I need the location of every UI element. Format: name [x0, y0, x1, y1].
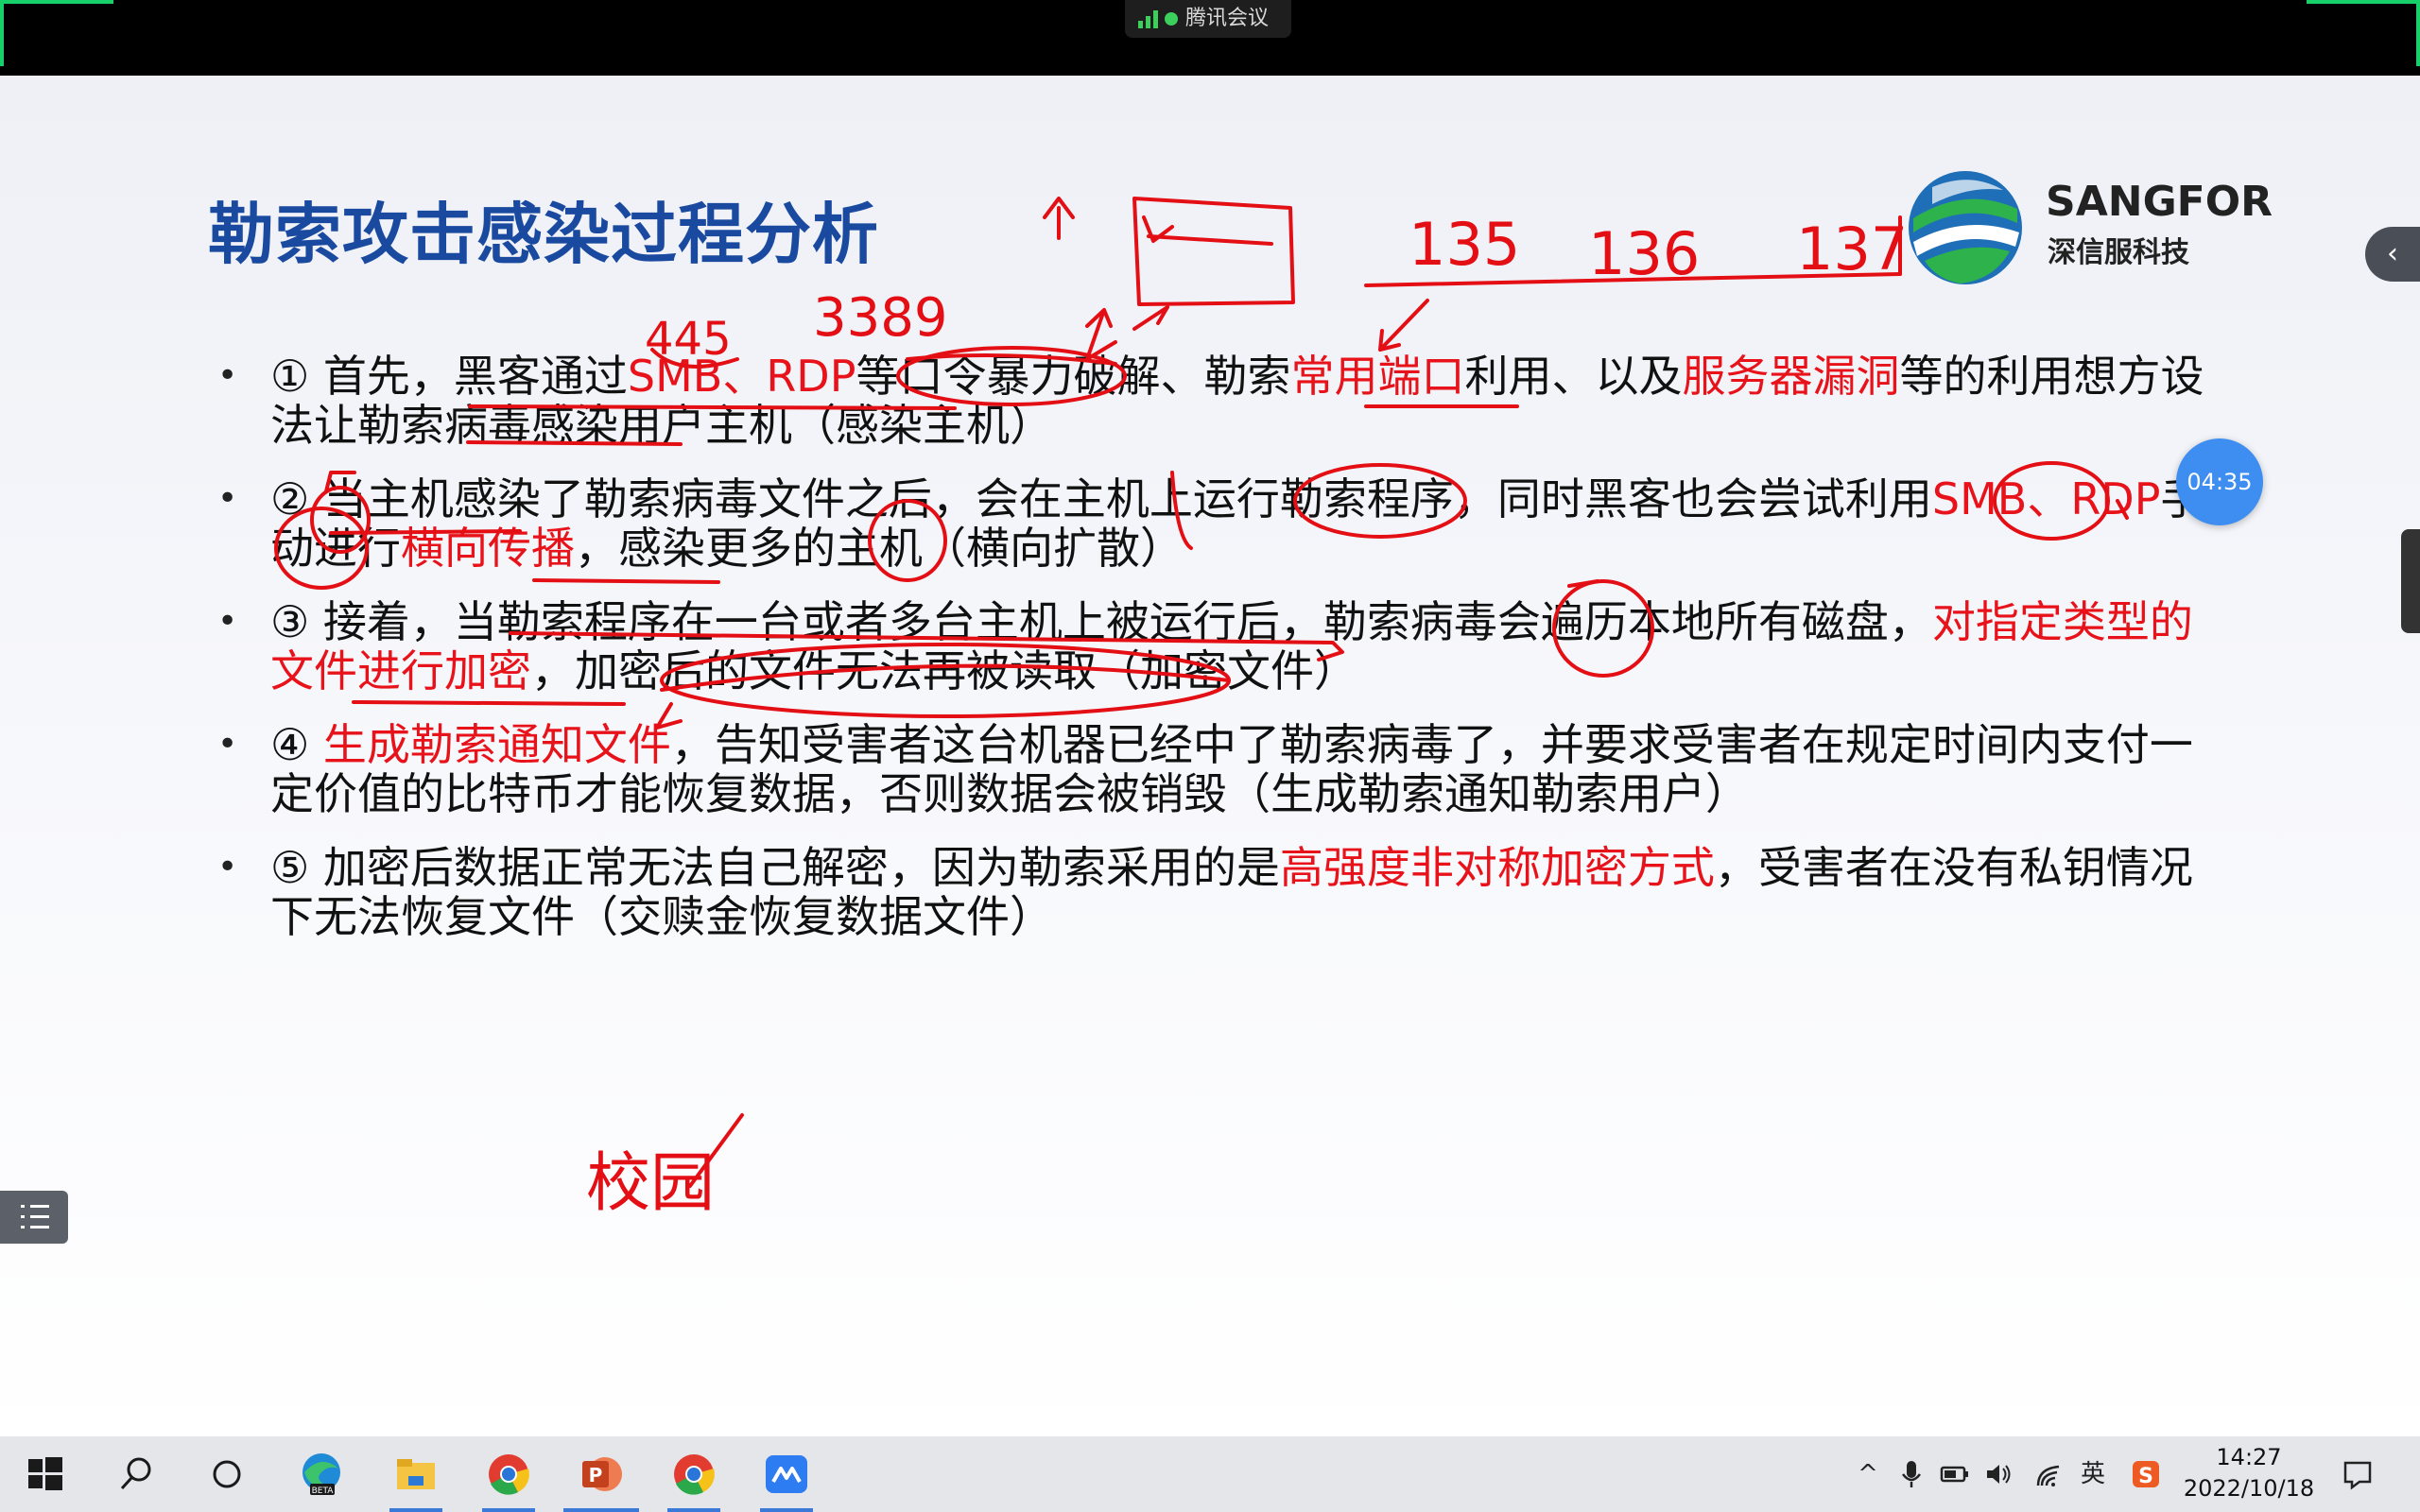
- bullet-text: ⑤ 加密后数据正常无法自己解密，因为勒索采用的是: [270, 842, 1280, 893]
- input-method-indicator[interactable]: 英: [2076, 1457, 2110, 1491]
- task-view-icon[interactable]: [200, 1448, 253, 1501]
- bullet-text: ，加密后的文件无法再被读取（加密文件）: [531, 645, 1357, 696]
- highlight-text: 常用端口: [1290, 351, 1465, 402]
- handwriting-136: 136: [1588, 219, 1700, 288]
- meeting-timer[interactable]: 04:35: [2176, 438, 2263, 525]
- handwriting-campus: 校园: [586, 1146, 715, 1221]
- sangfor-globe-icon: [1909, 171, 2022, 284]
- meeting-top-bar: 腾讯会议: [0, 0, 2420, 76]
- brand-name: SANGFOR: [2046, 178, 2273, 226]
- search-icon[interactable]: [110, 1448, 163, 1501]
- bullet-item: ④ 生成勒索通知文件，告知受害者这台机器已经中了勒索病毒了，并要求受害者在规定时…: [217, 720, 2221, 818]
- list-menu-button[interactable]: [0, 1191, 68, 1244]
- bullet-item: ① 首先，黑客通过SMB、RDP等口令暴力破解、勒索常用端口利用、以及服务器漏洞…: [217, 352, 2221, 450]
- bullet-list: ① 首先，黑客通过SMB、RDP等口令暴力破解、勒索常用端口利用、以及服务器漏洞…: [217, 352, 2221, 966]
- toolbar-handle[interactable]: [2401, 529, 2420, 633]
- chevron-left-icon: ‹: [2387, 237, 2398, 270]
- highlight-text: 服务器漏洞: [1682, 351, 1900, 402]
- sangfor-logo: SANGFOR 深信服科技: [1904, 166, 2273, 289]
- svg-text:P: P: [589, 1464, 603, 1486]
- volume-icon[interactable]: [1981, 1457, 2015, 1491]
- file-explorer-icon[interactable]: [389, 1448, 442, 1501]
- screen: 腾讯会议 勒索攻击感染过程分析 SANGFOR 深信服科技 ① 首先，黑客通过S…: [0, 0, 2420, 1512]
- chrome-icon[interactable]: [667, 1448, 720, 1501]
- edge-beta-icon[interactable]: BETA: [295, 1448, 348, 1501]
- start-icon[interactable]: [19, 1448, 72, 1501]
- green-frame-corner: [2307, 0, 2420, 4]
- windows-taskbar: BETA P ^ 英 S 14:27 2022/10/18: [0, 1436, 2420, 1512]
- clock-date: 2022/10/18: [2183, 1475, 2315, 1502]
- bullet-text: ② 当主机感染了勒索病毒文件之后，会在主机上运行勒索程序，同时黑客也会尝试利用: [270, 473, 1932, 524]
- svg-text:BETA: BETA: [312, 1486, 335, 1496]
- highlight-text: SMB、RDP: [1931, 473, 2161, 524]
- handwriting-137: 137: [1796, 215, 1908, 284]
- bullet-text: 利用、以及: [1464, 351, 1683, 402]
- bullet-item: ② 当主机感染了勒索病毒文件之后，会在主机上运行勒索程序，同时黑客也会尝试利用S…: [217, 474, 2221, 573]
- powerpoint-icon[interactable]: P: [575, 1448, 628, 1501]
- chrome-icon[interactable]: [482, 1448, 535, 1501]
- bullet-text: 等口令暴力破解、勒索: [856, 351, 1291, 402]
- brand-name-cn: 深信服科技: [2048, 236, 2189, 269]
- bullet-text: ③ 接着，当勒索程序在一台或者多台主机上被运行后，勒索病毒会遍历本地所有磁盘，: [270, 596, 1932, 647]
- signal-icon: [1138, 9, 1159, 28]
- clock-time: 14:27: [2216, 1444, 2282, 1470]
- wifi-icon[interactable]: [2032, 1457, 2066, 1491]
- chevron-up-icon[interactable]: ^: [1851, 1457, 1885, 1491]
- bullet-text: ④: [270, 719, 323, 770]
- meeting-app-name: 腾讯会议: [1185, 7, 1270, 30]
- tencent-meeting-icon[interactable]: [760, 1448, 813, 1501]
- active-app-indicator: [389, 1508, 442, 1512]
- bullet-item: ③ 接着，当勒索程序在一台或者多台主机上被运行后，勒索病毒会遍历本地所有磁盘，对…: [217, 597, 2221, 696]
- battery-icon[interactable]: [1938, 1457, 1972, 1491]
- notification-icon[interactable]: [2341, 1457, 2375, 1491]
- slide-title: 勒索攻击感染过程分析: [208, 196, 879, 273]
- sogou-ime-icon[interactable]: S: [2129, 1457, 2163, 1491]
- handwriting-135: 135: [1409, 210, 1520, 279]
- recording-dot-icon: [1165, 12, 1178, 26]
- bullet-text: ① 首先，黑客通过: [270, 351, 628, 402]
- bullet-item: ⑤ 加密后数据正常无法自己解密，因为勒索采用的是高强度非对称加密方式，受害者在没…: [217, 843, 2221, 941]
- highlight-text: SMB、RDP: [627, 351, 856, 402]
- side-panel-tab[interactable]: ‹: [2365, 227, 2420, 282]
- meeting-status-pill[interactable]: 腾讯会议: [1125, 0, 1291, 38]
- highlight-text: 横向传播: [401, 523, 575, 574]
- highlight-text: 高强度非对称加密方式: [1279, 842, 1715, 893]
- list-icon: [21, 1205, 25, 1208]
- svg-text:S: S: [2138, 1465, 2153, 1488]
- green-frame-corner: [0, 0, 4, 66]
- system-clock[interactable]: 14:27 2022/10/18: [2178, 1442, 2320, 1504]
- highlight-text: 生成勒索通知文件: [322, 719, 671, 770]
- microphone-icon[interactable]: [1894, 1457, 1928, 1491]
- presentation-slide: 勒索攻击感染过程分析 SANGFOR 深信服科技 ① 首先，黑客通过SMB、RD…: [0, 76, 2420, 1436]
- green-frame-corner: [0, 0, 113, 4]
- bullet-text: ，感染更多的主机（横向扩散）: [575, 523, 1184, 574]
- annotation-box: [1132, 197, 1295, 306]
- green-frame-corner: [2416, 0, 2420, 66]
- handwriting-3389: 3389: [813, 287, 948, 349]
